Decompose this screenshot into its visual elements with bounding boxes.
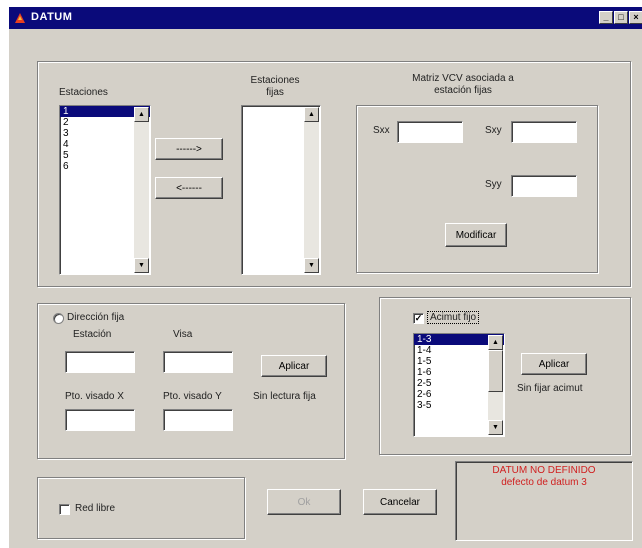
sight-field[interactable] xyxy=(163,351,233,373)
direction-status: Sin lectura fija xyxy=(253,391,316,402)
sxy-label: Sxy xyxy=(485,125,502,136)
free-network-label: Red libre xyxy=(75,503,116,514)
pty-field[interactable] xyxy=(163,409,233,431)
fixed-stations-listbox[interactable]: ▲ ▼ xyxy=(241,105,321,275)
vcv-title-line1: Matriz VCV asociada a xyxy=(412,73,514,84)
azimuth-scrollbar[interactable]: ▲ ▼ xyxy=(488,335,503,435)
vcv-title-line2: estación fijas xyxy=(434,85,492,96)
scroll-up-icon[interactable]: ▲ xyxy=(134,107,149,122)
pty-label: Pto. visado Y xyxy=(163,391,222,402)
stations-label: Estaciones xyxy=(59,87,108,98)
scroll-down-icon[interactable]: ▼ xyxy=(134,258,149,273)
datum-status-line2: defecto de datum 3 xyxy=(501,477,587,488)
ok-button[interactable]: Ok xyxy=(267,489,341,515)
fixed-stations-scrollbar[interactable]: ▲ ▼ xyxy=(304,107,319,273)
syy-label: Syy xyxy=(485,179,502,190)
direction-group xyxy=(37,303,345,459)
station-label: Estación xyxy=(73,329,112,340)
close-button[interactable]: × xyxy=(629,11,642,24)
window-title: DATUM xyxy=(31,11,73,23)
azimuth-status: Sin fijar acimut xyxy=(517,383,583,394)
remove-station-button[interactable]: <------ xyxy=(155,177,223,199)
sight-label: Visa xyxy=(173,329,193,340)
maximize-button[interactable]: □ xyxy=(614,11,628,24)
cancel-button[interactable]: Cancelar xyxy=(363,489,437,515)
datum-window: DATUM _ □ × Estaciones 123456 ▲ ▼ ------… xyxy=(8,6,642,548)
add-station-button[interactable]: ------> xyxy=(155,138,223,160)
ptx-label: Pto. visado X xyxy=(65,391,124,402)
datum-status-line1: DATUM NO DEFINIDO xyxy=(492,465,596,476)
fixed-stations-label-line1: Estaciones xyxy=(250,75,300,86)
fixed-direction-radio[interactable] xyxy=(53,313,64,324)
minimize-button[interactable]: _ xyxy=(599,11,613,24)
sxy-field[interactable] xyxy=(511,121,577,143)
apply-direction-button[interactable]: Aplicar xyxy=(261,355,327,377)
scroll-thumb[interactable] xyxy=(488,350,503,392)
stations-listbox[interactable]: 123456 ▲ ▼ xyxy=(59,105,151,275)
station-field[interactable] xyxy=(65,351,135,373)
scroll-up-icon[interactable]: ▲ xyxy=(304,107,319,122)
fixed-azimuth-label: Acimut fijo xyxy=(427,311,480,324)
fixed-azimuth-checkbox[interactable]: ✓ xyxy=(413,313,424,324)
stations-scrollbar[interactable]: ▲ ▼ xyxy=(134,107,149,273)
title-bar[interactable]: DATUM _ □ × xyxy=(9,7,642,29)
scroll-down-icon[interactable]: ▼ xyxy=(488,420,503,435)
app-icon xyxy=(15,13,25,23)
ptx-field[interactable] xyxy=(65,409,135,431)
fixed-direction-label: Dirección fija xyxy=(67,312,125,323)
azimuth-listbox[interactable]: 1-3 1-4 1-5 1-6 2-5 2-6 3-5 ▲ ▼ xyxy=(413,333,505,437)
syy-field[interactable] xyxy=(511,175,577,197)
fixed-stations-label-line2: fijas xyxy=(266,87,284,98)
free-network-checkbox[interactable] xyxy=(59,504,70,515)
scroll-down-icon[interactable]: ▼ xyxy=(304,258,319,273)
sxx-field[interactable] xyxy=(397,121,463,143)
sxx-label: Sxx xyxy=(373,125,390,136)
scroll-up-icon[interactable]: ▲ xyxy=(488,335,503,350)
apply-azimuth-button[interactable]: Aplicar xyxy=(521,353,587,375)
modify-button[interactable]: Modificar xyxy=(445,223,507,247)
